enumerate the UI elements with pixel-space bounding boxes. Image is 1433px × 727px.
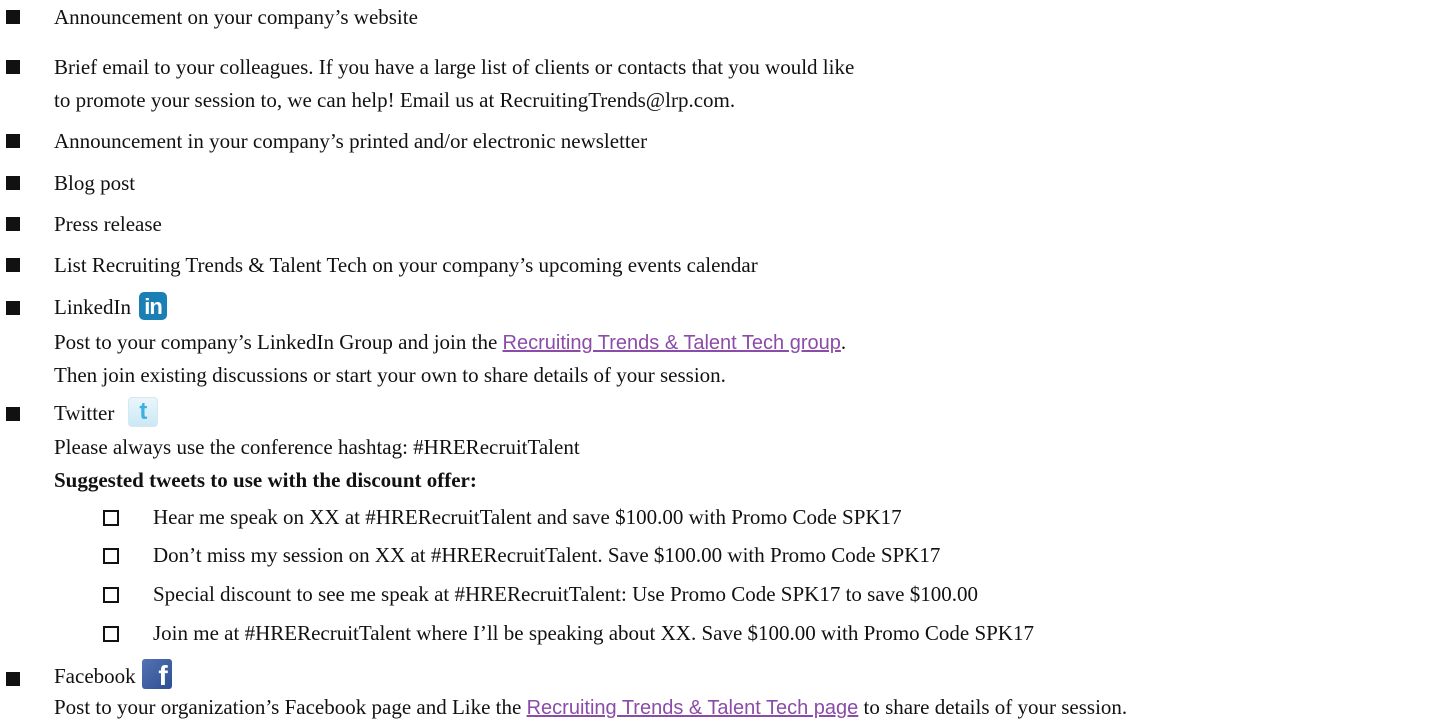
facebook-heading: Facebook f xyxy=(54,659,172,693)
tweet-text: Hear me speak on XX at #HRERecruitTalent… xyxy=(153,505,902,529)
item-text-line: to promote your session to, we can help!… xyxy=(54,88,736,112)
linkedin-heading: LinkedIn in xyxy=(54,291,846,324)
checkbox-icon[interactable] xyxy=(103,510,119,526)
twitter-icon[interactable]: t xyxy=(128,397,159,428)
linkedin-line-1: Post to your company’s LinkedIn Group an… xyxy=(54,326,846,359)
linkedin-line-2: Then join existing discussions or start … xyxy=(54,363,726,387)
item-text: Twitter t Please always use the conferenc… xyxy=(54,397,580,497)
item-text: Facebook f xyxy=(54,659,172,693)
square-bullet-icon xyxy=(6,407,20,421)
square-bullet-icon xyxy=(6,258,20,272)
facebook-text: Post to your organization’s Facebook pag… xyxy=(54,695,527,719)
item-text: Announcement in your company’s printed a… xyxy=(54,129,648,153)
linkedin-icon[interactable]: in xyxy=(138,292,167,321)
linkedin-text-end: . xyxy=(840,330,847,354)
checkbox-icon[interactable] xyxy=(103,626,119,642)
square-bullet-icon xyxy=(6,176,20,190)
item-text: LinkedIn in Post to your company’s Linked… xyxy=(54,291,846,392)
linkedin-label: LinkedIn xyxy=(54,295,131,319)
item-text: List Recruiting Trends & Talent Tech on … xyxy=(54,253,758,277)
item-text: Blog post xyxy=(54,171,136,195)
twitter-hashtag-line: Please always use the conference hashtag… xyxy=(54,435,580,459)
item-text: Brief email to your colleagues. If you h… xyxy=(54,51,854,117)
facebook-line: Post to your organization’s Facebook pag… xyxy=(54,691,1127,724)
square-bullet-icon xyxy=(6,672,20,686)
item-text: Announcement on your company’s website xyxy=(54,5,418,29)
facebook-text-end: to share details of your session. xyxy=(858,695,1128,719)
facebook-label: Facebook xyxy=(54,664,136,688)
linkedin-text: Post to your company’s LinkedIn Group an… xyxy=(54,330,503,354)
tweets-heading: Suggested tweets to use with the discoun… xyxy=(54,468,477,492)
twitter-label: Twitter xyxy=(54,401,115,425)
square-bullet-icon xyxy=(6,10,20,24)
square-bullet-icon xyxy=(6,60,20,74)
tweet-text: Join me at #HRERecruitTalent where I’ll … xyxy=(153,621,1034,645)
square-bullet-icon xyxy=(6,217,20,231)
linkedin-group-link[interactable]: Recruiting Trends & Talent Tech group xyxy=(503,332,841,354)
item-text-line: Brief email to your colleagues. If you h… xyxy=(54,55,855,79)
square-bullet-icon xyxy=(6,134,20,148)
facebook-icon[interactable]: f xyxy=(141,659,172,690)
checkbox-icon[interactable] xyxy=(103,548,119,564)
checkbox-icon[interactable] xyxy=(103,587,119,603)
tweet-text: Special discount to see me speak at #HRE… xyxy=(153,582,978,606)
square-bullet-icon xyxy=(6,301,20,315)
tweet-text: Don’t miss my session on XX at #HRERecru… xyxy=(153,543,941,567)
item-text: Press release xyxy=(54,212,162,236)
facebook-page-link[interactable]: Recruiting Trends & Talent Tech page xyxy=(527,697,859,719)
twitter-heading: Twitter t xyxy=(54,397,580,430)
